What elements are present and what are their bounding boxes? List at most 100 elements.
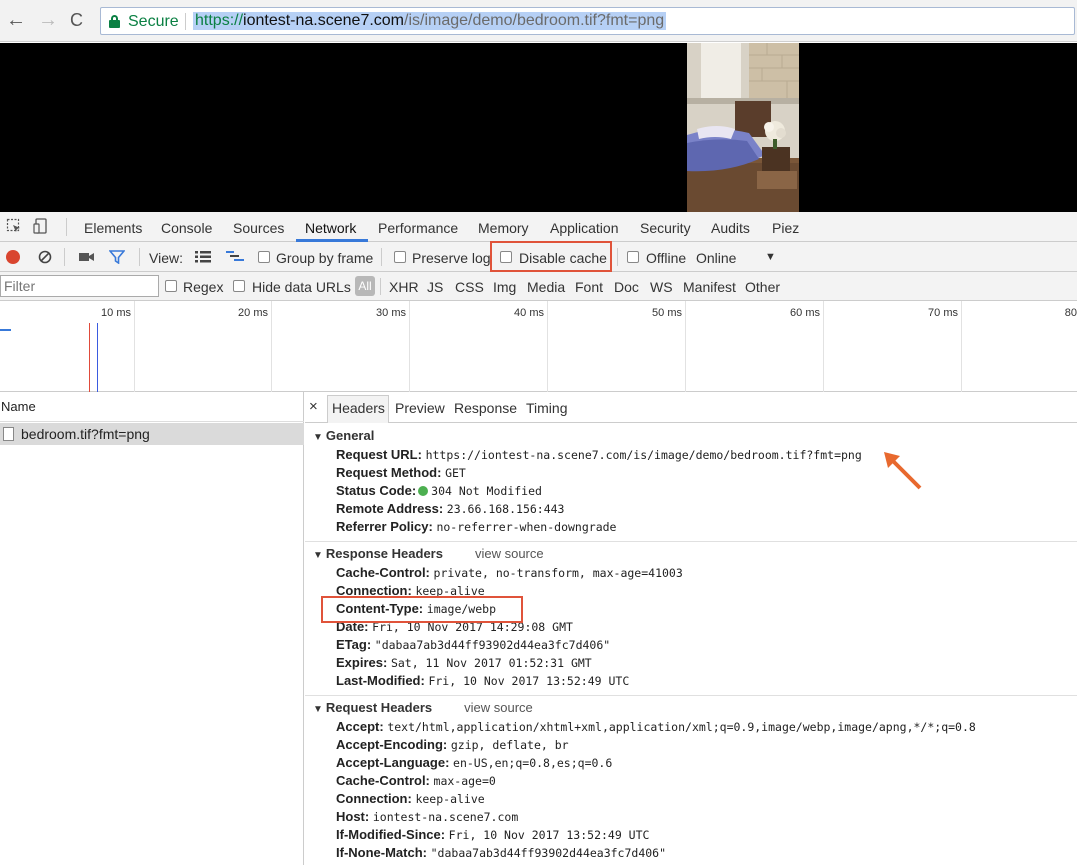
omnibox[interactable]: Secure https://iontest-na.scene7.com/is/… xyxy=(100,7,1075,35)
tab-piez[interactable]: Piez xyxy=(772,220,799,236)
view-source-link[interactable]: view source xyxy=(464,700,533,715)
forward-button[interactable]: → xyxy=(38,9,58,31)
tick-label: 50 ms xyxy=(652,307,682,319)
chevron-down-icon[interactable]: ▼ xyxy=(765,251,776,263)
filter-funnel-icon[interactable] xyxy=(108,250,126,267)
tick-label: 80 xyxy=(1064,307,1077,319)
tab-performance[interactable]: Performance xyxy=(378,220,458,236)
record-icon[interactable] xyxy=(6,250,20,264)
bedroom-photo xyxy=(687,43,799,212)
filter-js[interactable]: JS xyxy=(427,279,443,295)
reload-button[interactable]: C xyxy=(70,9,83,31)
tab-sources[interactable]: Sources xyxy=(233,220,284,236)
hide-data-urls-checkbox[interactable] xyxy=(233,280,245,292)
tab-console[interactable]: Console xyxy=(161,220,212,236)
header-row: Remote Address: 23.66.168.156:443 xyxy=(336,501,565,516)
header-row: Accept: text/html,application/xhtml+xml,… xyxy=(336,719,976,734)
request-name: bedroom.tif?fmt=png xyxy=(21,426,150,442)
preserve-log-checkbox[interactable] xyxy=(394,251,406,263)
general-section-header[interactable]: ▼ General xyxy=(313,428,374,443)
tab-elements[interactable]: Elements xyxy=(84,220,142,236)
filter-doc[interactable]: Doc xyxy=(614,279,639,295)
header-row: Request Method: GET xyxy=(336,465,466,480)
url-text[interactable]: https://iontest-na.scene7.com/is/image/d… xyxy=(193,12,667,30)
view-source-link[interactable]: view source xyxy=(475,546,544,561)
header-row: Status Code: 304 Not Modified xyxy=(336,483,542,498)
group-by-frame-label: Group by frame xyxy=(276,250,374,266)
request-headers-section-header[interactable]: ▼ Request Headers view source xyxy=(313,700,533,715)
document-icon xyxy=(3,427,14,441)
waterfall-icon[interactable] xyxy=(226,251,244,266)
throttling-select[interactable]: Online xyxy=(696,250,736,266)
preserve-log-label: Preserve log xyxy=(412,250,491,266)
header-row: Accept-Language: en-US,en;q=0.8,es;q=0.6 xyxy=(336,755,613,770)
header-row: Cache-Control: private, no-transform, ma… xyxy=(336,565,683,580)
tab-response[interactable]: Response xyxy=(454,400,517,416)
page-viewport xyxy=(0,43,1077,212)
header-row: Request URL: https://iontest-na.scene7.c… xyxy=(336,447,862,462)
header-row: Accept-Encoding: gzip, deflate, br xyxy=(336,737,569,752)
screenshot-camera-icon[interactable] xyxy=(79,251,95,266)
tab-memory[interactable]: Memory xyxy=(478,220,529,236)
filter-font[interactable]: Font xyxy=(575,279,603,295)
detail-tab-bar: × Headers Preview Response Timing xyxy=(305,392,1077,423)
filter-css[interactable]: CSS xyxy=(455,279,484,295)
large-rows-icon[interactable] xyxy=(195,251,211,266)
filter-img[interactable]: Img xyxy=(493,279,516,295)
close-icon[interactable]: × xyxy=(309,398,318,415)
header-row: Expires: Sat, 11 Nov 2017 01:52:31 GMT xyxy=(336,655,592,670)
request-bar xyxy=(0,329,11,331)
timeline-overview[interactable]: 10 ms 20 ms 30 ms 40 ms 50 ms 60 ms 70 m… xyxy=(0,301,1077,392)
filter-input[interactable] xyxy=(0,275,159,297)
network-toolbar: View: Group by frame Preserve log Disabl… xyxy=(0,241,1077,272)
filter-other[interactable]: Other xyxy=(745,279,780,295)
regex-checkbox[interactable] xyxy=(165,280,177,292)
header-row: Connection: keep-alive xyxy=(336,791,485,806)
filter-all-button[interactable]: All xyxy=(355,276,375,296)
tab-network[interactable]: Network xyxy=(305,220,356,236)
header-row: Referrer Policy: no-referrer-when-downgr… xyxy=(336,519,617,534)
tab-application[interactable]: Application xyxy=(550,220,619,236)
tab-audits[interactable]: Audits xyxy=(711,220,750,236)
tick-label: 40 ms xyxy=(514,307,544,319)
tab-preview[interactable]: Preview xyxy=(395,400,445,416)
tab-security[interactable]: Security xyxy=(640,220,691,236)
response-headers-section-header[interactable]: ▼ Response Headers view source xyxy=(313,546,544,561)
filter-manifest[interactable]: Manifest xyxy=(683,279,736,295)
offline-checkbox[interactable] xyxy=(627,251,639,263)
tick-label: 30 ms xyxy=(376,307,406,319)
content-type-highlight xyxy=(321,596,523,623)
tick-label: 70 ms xyxy=(928,307,958,319)
inspect-element-icon[interactable] xyxy=(6,218,22,234)
requests-list: Name bedroom.tif?fmt=png xyxy=(0,392,304,865)
tick-label: 60 ms xyxy=(790,307,820,319)
group-by-frame-checkbox[interactable] xyxy=(258,251,270,263)
disable-cache-highlight xyxy=(490,241,612,272)
header-row: If-Modified-Since: Fri, 10 Nov 2017 13:5… xyxy=(336,827,650,842)
header-row: Host: iontest-na.scene7.com xyxy=(336,809,519,824)
annotation-arrow xyxy=(880,448,926,497)
filter-xhr[interactable]: XHR xyxy=(389,279,419,295)
device-toolbar-icon[interactable] xyxy=(33,218,49,234)
offline-label: Offline xyxy=(646,250,687,266)
back-button[interactable]: ← xyxy=(6,9,26,31)
filter-ws[interactable]: WS xyxy=(650,279,673,295)
header-row: If-None-Match: "dabaa7ab3d44ff93902d44ea… xyxy=(336,845,667,860)
tab-timing[interactable]: Timing xyxy=(526,400,568,416)
devtools-tab-bar: Elements Console Sources Network Perform… xyxy=(0,212,1077,242)
regex-label: Regex xyxy=(183,279,224,295)
header-row: Last-Modified: Fri, 10 Nov 2017 13:52:49… xyxy=(336,673,630,688)
filter-media[interactable]: Media xyxy=(527,279,565,295)
secure-label: Secure xyxy=(128,13,179,30)
clear-icon[interactable] xyxy=(38,250,52,267)
tab-headers[interactable]: Headers xyxy=(332,400,385,416)
lock-icon xyxy=(109,15,120,28)
filter-bar: Regex Hide data URLs All XHR JS CSS Img … xyxy=(0,272,1077,301)
request-detail-panel: × Headers Preview Response Timing ▼ Gener… xyxy=(305,392,1077,865)
name-column-header[interactable]: Name xyxy=(0,392,304,422)
dom-content-loaded-marker xyxy=(97,323,98,392)
header-row: Cache-Control: max-age=0 xyxy=(336,773,496,788)
tick-label: 20 ms xyxy=(238,307,268,319)
load-event-marker xyxy=(89,323,90,392)
request-row[interactable]: bedroom.tif?fmt=png xyxy=(0,423,304,445)
